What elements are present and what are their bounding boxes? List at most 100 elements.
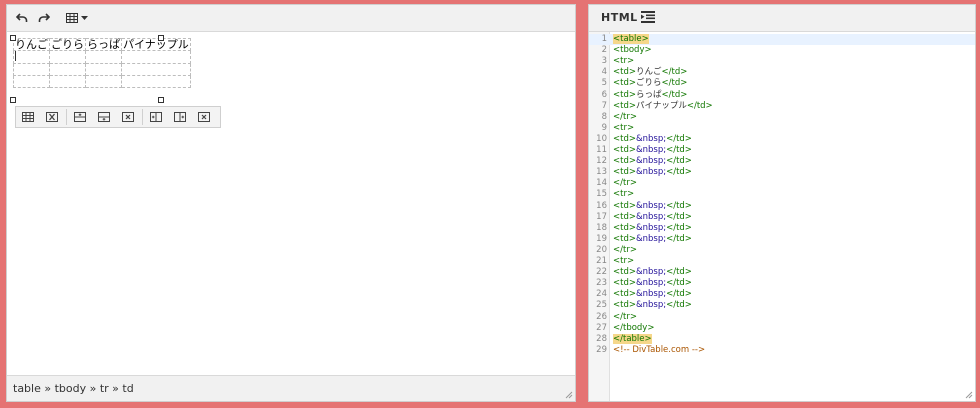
insert-row-after-button[interactable] — [96, 110, 112, 124]
code-text: <tbody> — [613, 45, 652, 56]
delete-row-button[interactable] — [120, 110, 136, 124]
table-cell[interactable] — [121, 75, 191, 88]
editor-content-area[interactable]: りんご ごりら らっぱ パイナップル — [7, 32, 575, 375]
code-line[interactable]: 13 <td>&nbsp;</td> — [589, 167, 975, 178]
code-line[interactable]: 17 <td>&nbsp;</td> — [589, 212, 975, 223]
resize-handle-top-right[interactable] — [158, 35, 164, 41]
insert-row-before-icon — [74, 112, 86, 122]
table-row — [13, 63, 191, 76]
code-line[interactable]: 12 <td>&nbsp;</td> — [589, 156, 975, 167]
code-text: <td>&nbsp;</td> — [613, 145, 692, 155]
code-line[interactable]: 16 <td>&nbsp;</td> — [589, 201, 975, 212]
code-text: </tr> — [613, 311, 637, 322]
chevron-down-icon — [81, 15, 88, 20]
toolbar-separator — [142, 109, 143, 125]
code-line[interactable]: 25 <td>&nbsp;</td> — [589, 300, 975, 311]
code-text: <td>&nbsp;</td> — [613, 222, 692, 233]
code-line[interactable]: 19 <td>&nbsp;</td> — [589, 234, 975, 245]
insert-column-after-icon — [174, 112, 186, 122]
undo-button[interactable] — [11, 8, 33, 28]
code-text: <td>&nbsp;</td> — [613, 278, 692, 289]
resize-grip-icon[interactable] — [565, 391, 573, 399]
code-line[interactable]: 2 <tbody> — [589, 45, 975, 56]
code-line[interactable]: 11 <td>&nbsp;</td> — [589, 145, 975, 156]
table-cell[interactable]: パイナップル — [121, 38, 191, 51]
code-line[interactable]: 24 <td>&nbsp;</td> — [589, 289, 975, 300]
resize-handle-top-left[interactable] — [10, 35, 16, 41]
code-line[interactable]: 1 <table> — [589, 34, 975, 46]
code-line[interactable]: 8 </tr> — [589, 112, 975, 123]
editor-toolbar — [7, 5, 575, 32]
code-line[interactable]: 26 </tr> — [589, 312, 975, 323]
table-cell[interactable] — [121, 50, 191, 64]
code-text: <td>らっぱ</td> — [613, 89, 688, 100]
table-cell[interactable] — [49, 50, 86, 64]
code-text: </tr> — [613, 244, 637, 255]
code-line[interactable]: 29 <!-- DivTable.com --> — [589, 345, 975, 356]
indent-format-icon[interactable] — [641, 10, 655, 24]
undo-icon — [16, 13, 28, 22]
table-cell[interactable] — [49, 63, 86, 76]
code-text: <table> — [613, 34, 649, 44]
code-line[interactable]: 6 <td>らっぱ</td> — [589, 90, 975, 101]
line-number: 3 — [601, 56, 607, 67]
delete-table-button[interactable] — [44, 110, 60, 124]
table-cell[interactable]: らっぱ — [85, 38, 122, 51]
table-cell[interactable] — [85, 63, 122, 76]
code-line[interactable]: 20 </tr> — [589, 245, 975, 256]
table-cell[interactable] — [13, 63, 50, 76]
code-line[interactable]: 7 <td>パイナップル</td> — [589, 101, 975, 112]
line-number: 26 — [596, 311, 607, 322]
code-line[interactable]: 4 <td>りんご</td> — [589, 67, 975, 78]
delete-column-button[interactable] — [196, 110, 212, 124]
table-cell[interactable] — [13, 75, 50, 88]
code-line[interactable]: 18 <td>&nbsp;</td> — [589, 223, 975, 234]
code-line[interactable]: 14 </tr> — [589, 178, 975, 189]
table-cell[interactable] — [85, 75, 122, 88]
element-path[interactable]: table » tbody » tr » td — [13, 382, 134, 395]
code-line[interactable]: 27 </tbody> — [589, 323, 975, 334]
code-line[interactable]: 3 <tr> — [589, 56, 975, 67]
delete-table-icon — [46, 112, 58, 122]
table-properties-icon — [22, 112, 34, 122]
code-line[interactable]: 10 <td>&nbsp;</td> — [589, 134, 975, 145]
table-cell[interactable] — [49, 75, 86, 88]
code-line[interactable]: 21 <tr> — [589, 256, 975, 267]
code-text: </table> — [613, 333, 652, 344]
table-cell[interactable]: ごりら — [49, 38, 86, 51]
table-cell[interactable] — [85, 50, 122, 64]
code-line[interactable]: 5 <td>ごりら</td> — [589, 78, 975, 89]
table-context-toolbar — [15, 106, 221, 128]
code-line[interactable]: 9 <tr> — [589, 123, 975, 134]
code-line[interactable]: 23 <td>&nbsp;</td> — [589, 278, 975, 289]
code-line[interactable]: 15 <tr> — [589, 189, 975, 200]
table-row — [13, 75, 191, 88]
insert-column-before-icon — [150, 112, 162, 122]
code-editor[interactable]: 1 <table> 2 <tbody> 3 <tr> 4 <td>りんご</td> 5 <td>ご… — [589, 32, 975, 401]
table-cell[interactable]: りんご — [13, 38, 50, 51]
code-line[interactable]: 28 </table> — [589, 333, 975, 345]
insert-column-before-button[interactable] — [148, 110, 164, 124]
line-number: 23 — [596, 278, 607, 289]
resize-handle-bottom-right[interactable] — [158, 97, 164, 103]
redo-button[interactable] — [33, 8, 55, 28]
resize-handle-bottom-left[interactable] — [10, 97, 16, 103]
table-properties-button[interactable] — [20, 110, 36, 124]
code-text: <td>&nbsp;</td> — [613, 156, 692, 167]
insert-column-after-button[interactable] — [172, 110, 188, 124]
code-text: <td>&nbsp;</td> — [613, 200, 692, 211]
code-text: <tr> — [613, 56, 635, 67]
line-number: 9 — [601, 122, 607, 133]
text-cursor — [15, 51, 16, 61]
line-number: 12 — [596, 156, 607, 167]
resize-grip-icon[interactable] — [965, 391, 973, 399]
line-number: 15 — [596, 189, 607, 200]
code-line[interactable]: 22 <td>&nbsp;</td> — [589, 267, 975, 278]
table-cell[interactable] — [121, 63, 191, 76]
line-number: 21 — [596, 256, 607, 266]
insert-row-before-button[interactable] — [72, 110, 88, 124]
table-cell-active[interactable] — [13, 50, 50, 64]
table-menu-button[interactable] — [63, 8, 91, 28]
table-icon — [66, 13, 78, 23]
content-table[interactable]: りんご ごりら らっぱ パイナップル — [13, 38, 191, 88]
